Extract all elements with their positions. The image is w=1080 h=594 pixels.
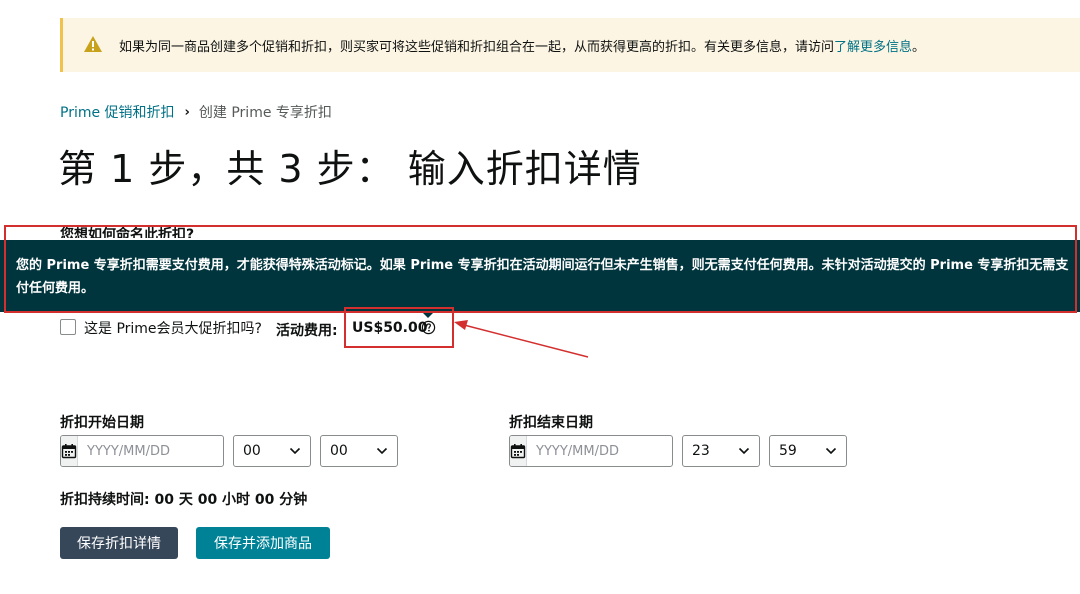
end-hour-select[interactable]: 23 [682, 435, 760, 467]
save-discount-details-button[interactable]: 保存折扣详情 [60, 527, 178, 559]
calendar-icon[interactable] [61, 436, 78, 466]
end-minute-select[interactable]: 59 [769, 435, 847, 467]
chevron-right-icon: › [184, 104, 190, 120]
prime-event-label: 这是 Prime会员大促折扣吗? [84, 321, 262, 337]
start-date-input-wrapper [60, 435, 224, 467]
start-minute-value: 00 [330, 443, 348, 459]
annotation-highlight-box [4, 225, 1077, 313]
end-date-input[interactable] [527, 436, 672, 466]
discount-duration: 折扣持续时间: 00 天 00 小时 00 分钟 [60, 492, 308, 508]
info-alert: 如果为同一商品创建多个促销和折扣，则买家可将这些促销和折扣组合在一起，从而获得更… [60, 18, 1080, 72]
start-hour-value: 00 [243, 443, 261, 459]
chevron-down-icon [825, 447, 837, 455]
breadcrumb-prime-promotions-link[interactable]: Prime 促销和折扣 [60, 102, 175, 122]
start-date-input[interactable] [78, 436, 223, 466]
start-date-group: 00 00 [60, 435, 398, 467]
chevron-down-icon [289, 447, 301, 455]
end-hour-value: 23 [692, 443, 710, 459]
breadcrumb-current: 创建 Prime 专享折扣 [198, 105, 332, 121]
annotation-fee-box [344, 307, 454, 348]
chevron-down-icon [738, 447, 750, 455]
warning-icon [84, 36, 102, 52]
end-date-label: 折扣结束日期 [509, 415, 593, 431]
annotation-arrow-icon [454, 320, 589, 358]
page-title: 第 1 步，共 3 步： 输入折扣详情 [58, 147, 642, 191]
end-minute-value: 59 [779, 443, 797, 459]
chevron-down-icon [376, 447, 388, 455]
alert-message: 如果为同一商品创建多个促销和折扣，则买家可将这些促销和折扣组合在一起，从而获得更… [119, 40, 926, 55]
event-fee-label: 活动费用: [276, 323, 338, 339]
start-date-label: 折扣开始日期 [60, 415, 144, 431]
learn-more-link[interactable]: 了解更多信息 [834, 40, 912, 55]
save-and-add-products-button[interactable]: 保存并添加商品 [196, 527, 330, 559]
end-date-group: 23 59 [509, 435, 847, 467]
end-date-input-wrapper [509, 435, 673, 467]
start-minute-select[interactable]: 00 [320, 435, 398, 467]
prime-event-checkbox[interactable] [60, 319, 76, 335]
calendar-icon[interactable] [510, 436, 527, 466]
breadcrumb: Prime 促销和折扣 › 创建 Prime 专享折扣 [60, 102, 332, 122]
start-hour-select[interactable]: 00 [233, 435, 311, 467]
